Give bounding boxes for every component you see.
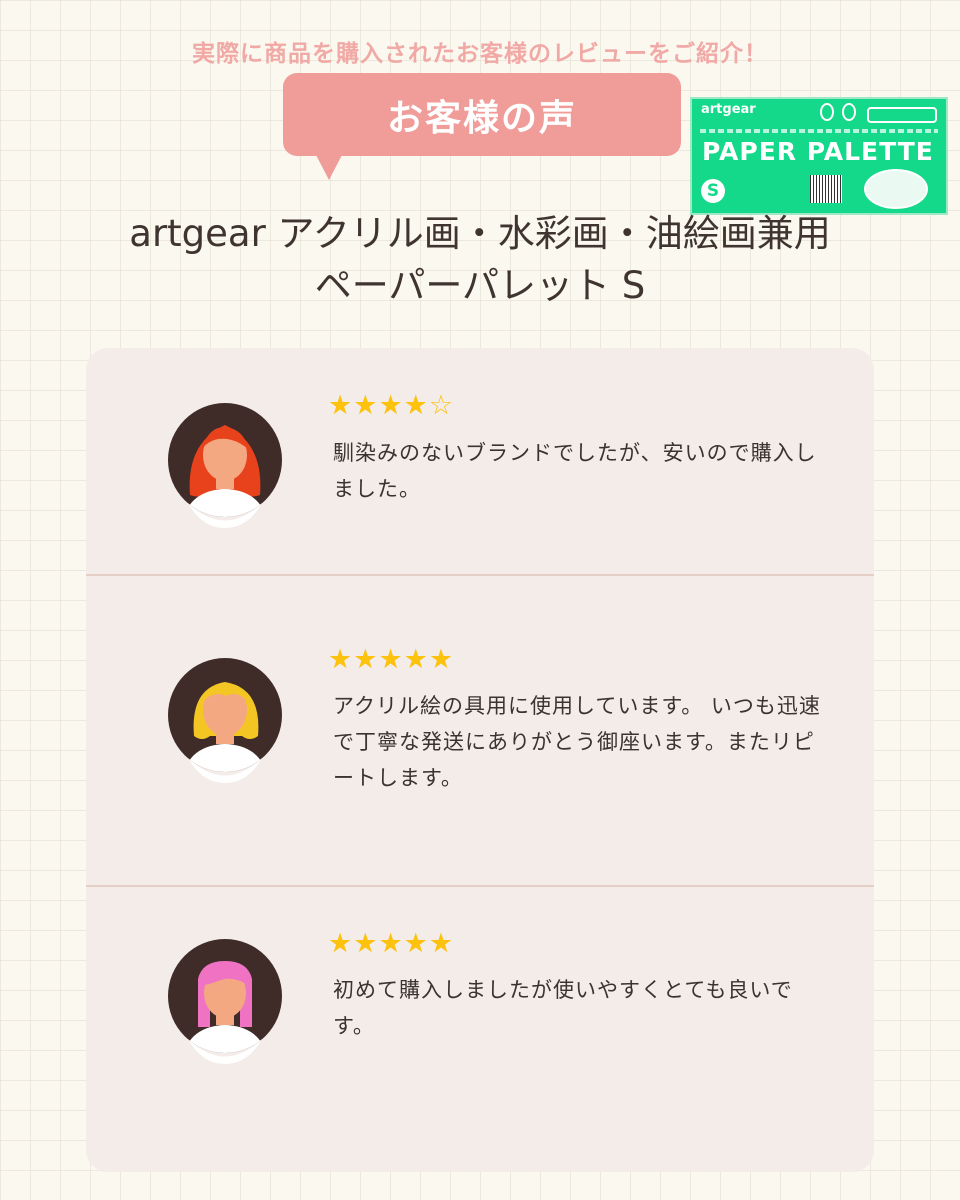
- woman-avatar-icon: [168, 403, 282, 528]
- thumb-hole: [864, 169, 928, 209]
- star-filled-icon: ★: [328, 928, 354, 959]
- review-item: ★★★★★ アクリル絵の具用に使用しています。 いつも迅速で丁寧な発送にありがと…: [86, 576, 874, 887]
- star-filled-icon: ★: [353, 644, 379, 675]
- star-filled-icon: ★: [328, 644, 354, 675]
- star-filled-icon: ★: [328, 390, 354, 421]
- star-filled-icon: ★: [378, 644, 404, 675]
- star-rating: ★★★★★: [328, 645, 454, 675]
- review-text: アクリル絵の具用に使用しています。 いつも迅速で丁寧な発送にありがとう御座います…: [333, 694, 821, 790]
- star-empty-icon: ☆: [428, 390, 455, 421]
- paint-tube-icon: [867, 107, 937, 123]
- product-title: artgear アクリル画・水彩画・油絵画兼用 ペーパーパレット S: [0, 208, 960, 312]
- drop-icon: [842, 103, 856, 121]
- review-item: ★★★★☆ 馴染みのないブランドでしたが、安いので購入しました。: [86, 348, 874, 576]
- star-filled-icon: ★: [428, 928, 455, 959]
- package-name: PAPER PALETTE: [702, 137, 934, 166]
- drop-icon: [820, 103, 834, 121]
- star-filled-icon: ★: [378, 928, 404, 959]
- product-title-line-1: artgear アクリル画・水彩画・油絵画兼用: [129, 212, 831, 255]
- package-brand: artgear: [701, 102, 756, 117]
- star-rating: ★★★★★: [328, 929, 454, 959]
- review-text: 馴染みのないブランドでしたが、安いので購入しました。: [333, 441, 817, 501]
- star-filled-icon: ★: [403, 928, 429, 959]
- badge-label: お客様の声: [386, 97, 577, 139]
- review-item: ★★★★★ 初めて購入しましたが使いやすくとても良いです。: [86, 887, 874, 1172]
- customer-voice-badge: お客様の声: [283, 73, 681, 180]
- barcode-icon: [810, 175, 842, 203]
- star-filled-icon: ★: [428, 644, 455, 675]
- star-rating: ★★★★☆: [328, 391, 454, 421]
- star-filled-icon: ★: [353, 928, 379, 959]
- reviews-card: ★★★★☆ 馴染みのないブランドでしたが、安いので購入しました。 ★★★★★ ア…: [86, 348, 874, 1172]
- star-filled-icon: ★: [378, 390, 404, 421]
- star-filled-icon: ★: [403, 644, 429, 675]
- package-text-stripe: [700, 129, 938, 133]
- star-filled-icon: ★: [403, 390, 429, 421]
- review-text: 初めて購入しましたが使いやすくとても良いです。: [333, 978, 793, 1038]
- woman-avatar-icon: [168, 658, 282, 783]
- subtitle: 実際に商品を購入されたお客様のレビューをご紹介！: [192, 41, 768, 67]
- package-size-badge: S: [701, 179, 725, 203]
- product-title-line-2: ペーパーパレット S: [314, 264, 646, 307]
- woman-avatar-icon: [168, 939, 282, 1064]
- product-package-image: artgear PAPER PALETTE S: [690, 97, 948, 215]
- star-filled-icon: ★: [353, 390, 379, 421]
